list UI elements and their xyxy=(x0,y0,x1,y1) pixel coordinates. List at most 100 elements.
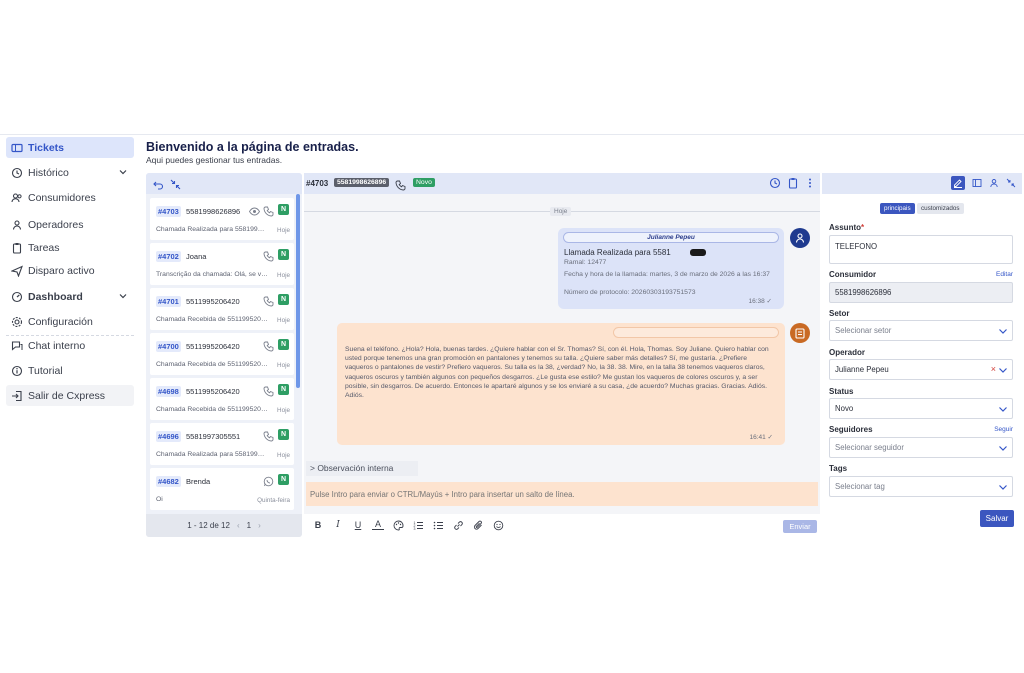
text-color-icon[interactable]: A xyxy=(372,519,384,530)
current-page: 1 xyxy=(246,521,252,530)
app-window: Tickets Histórico Consumidores Operadore… xyxy=(0,134,1024,538)
sidebar-item-operadores[interactable]: Operadores xyxy=(6,214,134,235)
sidebar-item-tickets[interactable]: Tickets xyxy=(6,137,134,158)
ticket-contact: 5511995206420 xyxy=(186,342,240,351)
tab-principais[interactable]: principais xyxy=(880,203,915,214)
chevron-down-icon xyxy=(998,482,1008,494)
ticket-id: #4702 xyxy=(156,251,181,262)
eye-icon[interactable] xyxy=(248,204,261,222)
follow-link[interactable]: Seguir xyxy=(994,426,1013,433)
ticket-details-panel: principais customizados Assunto* TELEFON… xyxy=(822,173,1022,537)
ticket-item[interactable]: #4701 5511995206420 N Chamada Recebida d… xyxy=(150,288,294,330)
message-input[interactable] xyxy=(306,482,818,506)
next-page-button[interactable]: › xyxy=(258,521,261,530)
new-badge: N xyxy=(278,384,289,395)
chevron-down-icon xyxy=(118,291,128,304)
sidebar-item-disparo-activo[interactable]: Disparo activo xyxy=(6,260,134,281)
ticket-item[interactable]: #4700 5511995206420 N Chamada Recebida d… xyxy=(150,333,294,375)
clipboard-icon[interactable] xyxy=(787,177,799,189)
sidebar-item-chat-interno[interactable]: Chat interno xyxy=(6,335,134,356)
ticket-contact: Brenda xyxy=(186,477,211,486)
outgoing-message: Julianne Pepeu Llamada Realizada para 55… xyxy=(558,228,784,309)
operator-label: Operador xyxy=(829,348,866,357)
phone-icon xyxy=(263,384,274,402)
tab-customizados[interactable]: customizados xyxy=(917,203,964,214)
save-button[interactable]: Salvar xyxy=(980,510,1014,527)
palette-icon[interactable] xyxy=(392,519,404,531)
clipboard-icon xyxy=(11,242,23,254)
ticket-item[interactable]: #4696 5581997305551 N Chamada Realizada … xyxy=(150,423,294,465)
chat-panel: #4703 5581998626896 Novo Hoje Julianne P… xyxy=(304,173,820,537)
status-select[interactable]: Novo xyxy=(829,398,1013,419)
sidebar-item-salir[interactable]: Salir de Cxpress xyxy=(6,385,134,406)
new-badge: N xyxy=(278,294,289,305)
incoming-message: Suena el teléfono. ¿Hola? Hola, buenas t… xyxy=(337,323,785,445)
ticket-item[interactable]: #4702 Joana N Transcrição da chamada: Ol… xyxy=(150,243,294,285)
phone-icon xyxy=(263,294,274,312)
sidebar-item-label: Tickets xyxy=(28,141,64,154)
followers-label: Seguidores xyxy=(829,425,873,434)
clear-icon[interactable]: × xyxy=(991,364,996,374)
collapse-icon[interactable] xyxy=(1004,176,1018,190)
sector-placeholder: Selecionar setor xyxy=(835,326,892,335)
edit-icon[interactable] xyxy=(951,176,965,190)
chat-icon xyxy=(11,340,23,352)
consumer-label: Consumidor xyxy=(829,270,877,279)
ticket-item[interactable]: #4698 5511995206420 N Chamada Recebida d… xyxy=(150,378,294,420)
ticket-list-toolbar xyxy=(146,173,302,194)
ticket-last-message: Chamada Recebida de 5511995206420 xyxy=(156,406,268,413)
chevron-down-icon xyxy=(998,404,1008,416)
undo-icon[interactable] xyxy=(152,178,164,190)
operator-select[interactable]: Julianne Pepeu × xyxy=(829,359,1013,380)
italic-icon[interactable]: I xyxy=(332,519,344,531)
emoji-icon[interactable] xyxy=(492,519,504,531)
sidebar-item-tutorial[interactable]: Tutorial xyxy=(6,360,134,381)
ordered-list-icon[interactable]: 123 xyxy=(412,519,424,531)
window-icon[interactable] xyxy=(970,176,984,190)
message-line: Fecha y hora de la llamada: martes, 3 de… xyxy=(564,271,770,278)
sector-select[interactable]: Selecionar setor xyxy=(829,320,1013,341)
attachment-icon[interactable] xyxy=(472,519,484,531)
phone-icon xyxy=(263,204,274,222)
contact-icon[interactable] xyxy=(987,176,1001,190)
sidebar-item-label: Tareas xyxy=(28,241,60,254)
ticket-item[interactable]: #4682 Brenda N Oi Quinta-feira xyxy=(150,468,294,510)
tags-select[interactable]: Selecionar tag xyxy=(829,476,1013,497)
sidebar-item-label: Histórico xyxy=(28,166,69,179)
sidebar-item-tareas[interactable]: Tareas xyxy=(6,237,134,258)
prev-page-button[interactable]: ‹ xyxy=(237,521,240,530)
edit-consumer-link[interactable]: Editar xyxy=(996,271,1013,278)
page-subtitle: Aqui puedes gestionar tus entradas. xyxy=(146,155,283,165)
followers-select[interactable]: Selecionar seguidor xyxy=(829,437,1013,458)
subject-field[interactable]: TELEFONO xyxy=(829,235,1013,264)
link-icon[interactable] xyxy=(452,519,464,531)
page-title: Bienvenido a la página de entradas. xyxy=(146,140,359,154)
more-options-icon[interactable] xyxy=(804,177,816,189)
sidebar-item-consumidores[interactable]: Consumidores xyxy=(6,187,134,208)
bold-icon[interactable]: B xyxy=(312,519,324,531)
history-icon[interactable] xyxy=(769,177,781,189)
chat-ticket-id: #4703 xyxy=(306,179,329,188)
collapse-icon[interactable] xyxy=(169,178,181,190)
ticket-last-message: Chamada Recebida de 5511995206420 xyxy=(156,316,268,323)
ticket-time: Hoje xyxy=(277,272,290,279)
ticket-contact: 5511995206420 xyxy=(186,297,240,306)
internal-note-tab[interactable]: > Observación interna xyxy=(306,461,418,476)
phone-icon xyxy=(263,429,274,447)
ticket-time: Hoje xyxy=(277,362,290,369)
bullet-list-icon[interactable] xyxy=(432,519,444,531)
ticket-time: Quinta-feira xyxy=(257,497,290,504)
chevron-down-icon xyxy=(118,167,128,180)
send-button[interactable]: Enviar xyxy=(783,520,817,533)
sidebar-item-dashboard[interactable]: Dashboard xyxy=(6,286,134,307)
redaction-mark xyxy=(690,249,706,256)
chevron-down-icon xyxy=(998,365,1008,377)
ticket-item[interactable]: #4703 5581998626896 N Chamada Realizada … xyxy=(150,198,294,240)
pagination-range: 1 - 12 de 12 xyxy=(187,521,230,530)
new-badge: N xyxy=(278,204,289,215)
ticket-list-scrollbar[interactable] xyxy=(296,194,300,388)
new-badge: N xyxy=(278,339,289,350)
sidebar-item-historico[interactable]: Histórico xyxy=(6,162,134,183)
sidebar-item-configuracion[interactable]: Configuración xyxy=(6,311,134,332)
underline-icon[interactable]: U xyxy=(352,519,364,531)
